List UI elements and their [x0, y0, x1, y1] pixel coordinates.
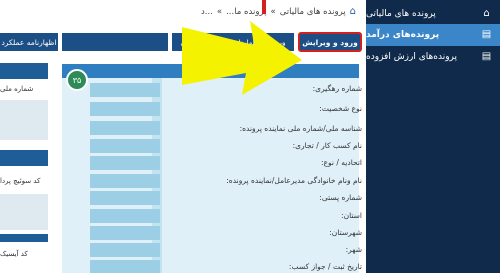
registration-date-field[interactable] [90, 260, 160, 273]
sidebar-item-income-files[interactable]: ▤ پرونده‌های درآمد [366, 24, 500, 46]
field-label-county: شهرستان: [329, 228, 362, 237]
count-badge: ۳۵ [66, 69, 88, 91]
home-icon[interactable]: ⌂ [350, 6, 356, 17]
left-column-label-switch-code: کد سوئیچ پردا [0, 170, 48, 192]
sidebar: ⌂ پرونده های مالیاتی ▤ پرونده‌های درآمد … [366, 0, 500, 273]
field-label-manager-name: نام ونام خانوادگی مدیرعامل/نماینده پروند… [226, 176, 362, 185]
province-field[interactable] [90, 209, 160, 223]
yellow-arrow-icon [182, 21, 302, 95]
manager-name-field[interactable] [90, 174, 160, 188]
union-field[interactable] [90, 156, 160, 170]
field-label-national-id: شناسه ملی/شماره ملی نماینده پرونده: [239, 124, 362, 133]
left-column-cell [0, 100, 48, 140]
performance-return-label-button[interactable]: اظهارنامه عملکرد [0, 33, 58, 51]
field-label-province: استان: [341, 211, 362, 220]
field-label-registration-date: تاریخ ثبت / جواز کسب: [288, 262, 362, 271]
left-section-header [0, 150, 48, 166]
field-label-postal-code: شماره پستی: [319, 193, 362, 202]
sidebar-item-label: پرونده های مالیاتی [366, 9, 436, 19]
performance-return-button[interactable] [62, 33, 168, 51]
file-icon: ▤ [481, 51, 492, 62]
field-label-city: شهر: [345, 245, 362, 254]
left-section-header [0, 234, 48, 242]
left-column-label-isic: کد آیسیک [0, 244, 48, 264]
tracking-number-field[interactable] [90, 83, 160, 97]
county-field[interactable] [90, 226, 160, 240]
postal-code-field[interactable] [90, 191, 160, 205]
home-icon: ⌂ [483, 8, 490, 19]
city-field[interactable] [90, 243, 160, 257]
edit-entry-button[interactable]: ورود و ویرایش [298, 32, 362, 52]
left-section-header [0, 63, 48, 79]
file-icon: ▤ [481, 29, 492, 40]
sidebar-item-vat-files[interactable]: ▤ پرونده‌های ارزش افزوده [366, 46, 500, 68]
business-name-field[interactable] [90, 139, 160, 153]
left-column-label-national: شماره ملی [0, 80, 48, 98]
sidebar-item-label: پرونده‌های درآمد [366, 30, 440, 40]
entity-type-field[interactable] [90, 102, 160, 116]
left-column-cell [0, 194, 48, 230]
national-id-field[interactable] [90, 121, 160, 135]
field-label-business-name: نام کسب کار / تجاری: [292, 141, 362, 150]
sidebar-item-label: پرونده‌های ارزش افزوده [366, 52, 458, 62]
sidebar-item-tax-files[interactable]: ⌂ پرونده های مالیاتی [366, 3, 500, 25]
field-label-union: اتحادیه / نوع: [320, 158, 362, 167]
